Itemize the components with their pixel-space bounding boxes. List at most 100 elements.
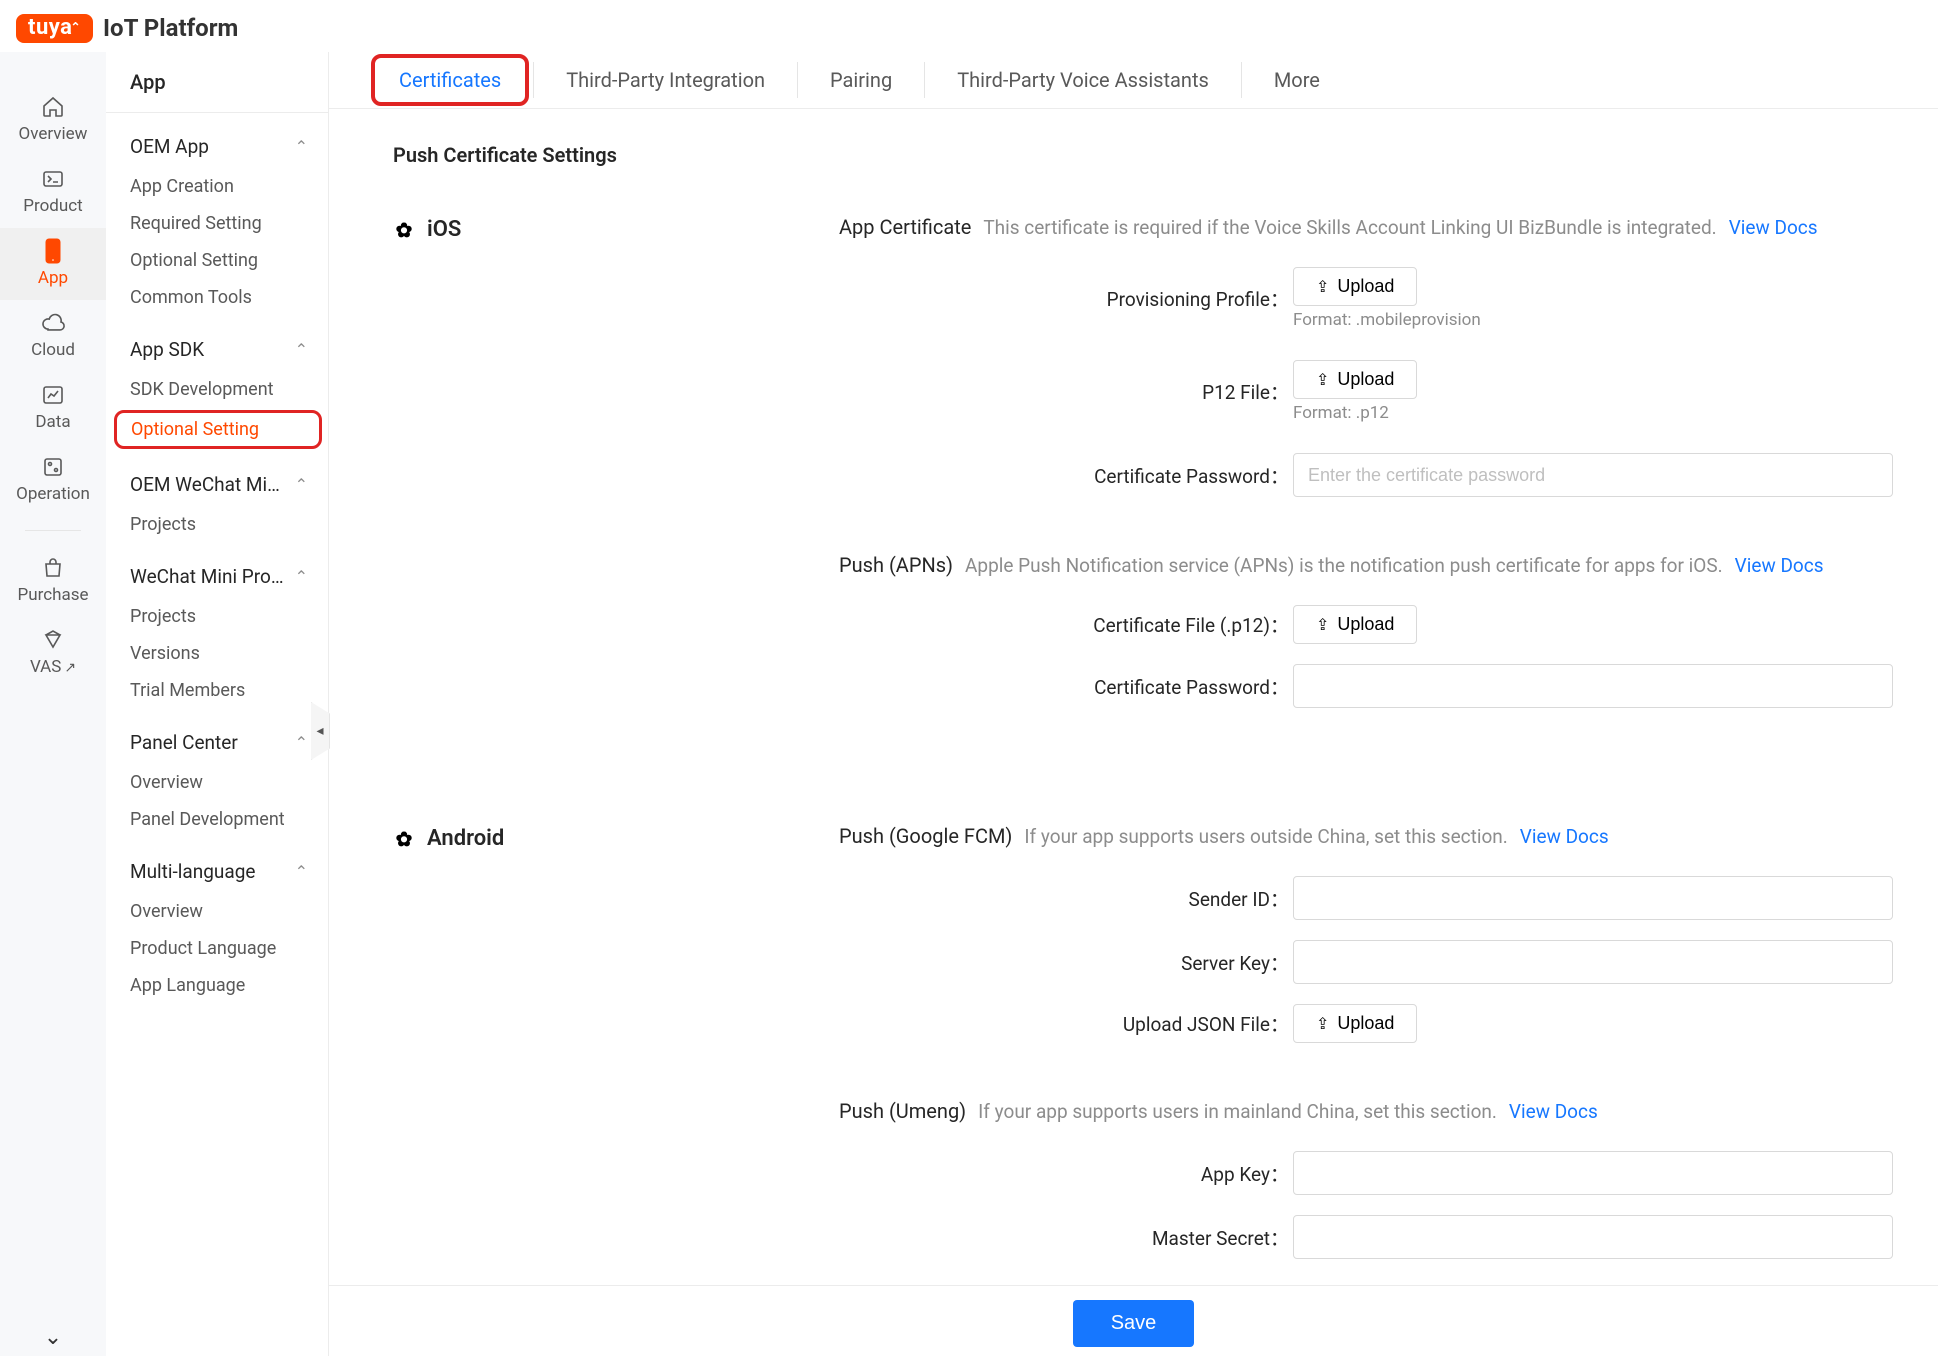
upload-provisioning-profile-button[interactable]: ⇪ Upload (1293, 267, 1417, 306)
input-server-key[interactable] (1293, 940, 1893, 984)
sidebar-group-label: WeChat Mini Pro… (130, 565, 284, 588)
input-master-secret[interactable] (1293, 1215, 1893, 1259)
rail-cloud[interactable]: Cloud (0, 300, 106, 372)
tab-third-party-voice-assistants[interactable]: Third-Party Voice Assistants (929, 52, 1237, 108)
bag-icon (40, 555, 66, 581)
chart-icon (40, 382, 66, 408)
sidebar-group-label: OEM WeChat Min… (130, 473, 289, 496)
input-app-key[interactable] (1293, 1151, 1893, 1195)
sidebar-item-common-tools[interactable]: Common Tools (106, 279, 328, 316)
sidebar-group-label: Multi-language (130, 860, 255, 883)
view-docs-link[interactable]: View Docs (1509, 1100, 1598, 1123)
label-app-key: App Key (839, 1160, 1293, 1187)
label-apns-cert-password: Certificate Password (839, 673, 1293, 700)
sidebar-item-projects-oem-wechat[interactable]: Projects (106, 506, 328, 543)
sidebar-item-required-setting[interactable]: Required Setting (106, 205, 328, 242)
upload-label: Upload (1337, 276, 1394, 297)
rail-label: Product (23, 196, 82, 216)
chevron-down-icon: ⌄ (44, 1325, 62, 1350)
sidebar-group-panel-center[interactable]: Panel Center ⌃ (106, 709, 328, 764)
sidebar-group-multi-language[interactable]: Multi-language ⌃ (106, 838, 328, 893)
label-p12-file: P12 File (839, 378, 1293, 405)
upload-apns-cert-button[interactable]: ⇪ Upload (1293, 605, 1417, 644)
gear-icon: ✿ (393, 219, 415, 241)
rail-overview[interactable]: Overview (0, 84, 106, 156)
rail-operation[interactable]: Operation (0, 444, 106, 516)
upload-icon: ⇪ (1316, 615, 1329, 635)
subsection-desc: If your app supports users outside China… (1024, 825, 1507, 848)
platform-android: ✿ Android Push (Google FCM) If your app … (393, 824, 1904, 1315)
chevron-up-icon: ⌃ (295, 733, 308, 752)
rail-purchase[interactable]: Purchase (0, 545, 106, 617)
rail-label: Data (35, 412, 70, 432)
sidebar-item-panel-overview[interactable]: Overview (106, 764, 328, 801)
sidebar-item-optional-setting-sdk[interactable]: Optional Setting (114, 410, 322, 449)
operation-icon (40, 454, 66, 480)
view-docs-link[interactable]: View Docs (1520, 825, 1609, 848)
terminal-icon (40, 166, 66, 192)
tab-separator (924, 62, 925, 98)
platform-name: Android (427, 826, 504, 851)
input-sender-id[interactable] (1293, 876, 1893, 920)
section-title: Push Certificate Settings (393, 143, 1904, 167)
icon-rail: Overview Product App Cloud Data (0, 52, 106, 1356)
rail-app[interactable]: App (0, 228, 106, 300)
external-link-icon: ↗ (64, 660, 76, 676)
view-docs-link[interactable]: View Docs (1729, 216, 1818, 239)
sidebar-item-versions[interactable]: Versions (106, 635, 328, 672)
subsection-desc: Apple Push Notification service (APNs) i… (965, 554, 1723, 577)
chevron-up-icon: ⌃ (295, 340, 308, 359)
sidebar-item-projects-wechat[interactable]: Projects (106, 598, 328, 635)
sidebar-group-app-sdk[interactable]: App SDK ⌃ (106, 316, 328, 371)
sidebar-item-app-creation[interactable]: App Creation (106, 168, 328, 205)
rail-label: VAS↗ (30, 657, 76, 677)
upload-label: Upload (1337, 1013, 1394, 1034)
sidebar-group-wechat-mini-pro[interactable]: WeChat Mini Pro… ⌃ (106, 543, 328, 598)
platform-ios-label: ✿ iOS (393, 215, 839, 242)
rail-label: App (38, 268, 68, 288)
subsection-title: Push (APNs) (839, 553, 953, 577)
upload-json-button[interactable]: ⇪ Upload (1293, 1004, 1417, 1043)
tab-third-party-integration[interactable]: Third-Party Integration (538, 52, 793, 108)
sidebar-item-product-language[interactable]: Product Language (106, 930, 328, 967)
label-sender-id: Sender ID (839, 885, 1293, 912)
sidebar-group-oem-wechat-mini[interactable]: OEM WeChat Min… ⌃ (106, 451, 328, 506)
subsection-apns: Push (APNs) Apple Push Notification serv… (839, 553, 1904, 708)
tab-more[interactable]: More (1246, 52, 1348, 108)
rail-product[interactable]: Product (0, 156, 106, 228)
hint-p12-file: Format: .p12 (1293, 403, 1417, 423)
phone-icon (40, 238, 66, 264)
footer: Save (329, 1285, 1938, 1356)
platform-name: iOS (427, 217, 461, 242)
rail-vas[interactable]: VAS↗ (0, 617, 106, 689)
view-docs-link[interactable]: View Docs (1735, 554, 1824, 577)
tab-certificates[interactable]: Certificates (371, 54, 529, 106)
upload-icon: ⇪ (1316, 277, 1329, 297)
gear-icon: ✿ (393, 828, 415, 850)
sidebar-item-app-language[interactable]: App Language (106, 967, 328, 1004)
brand-logo: tuya⌃ (16, 14, 93, 43)
tab-separator (1241, 62, 1242, 98)
sidebar-group-label: OEM App (130, 135, 209, 158)
input-certificate-password[interactable] (1293, 453, 1893, 497)
sidebar-item-sdk-development[interactable]: SDK Development (106, 371, 328, 408)
tab-separator (533, 62, 534, 98)
sidebar-item-optional-setting-oem[interactable]: Optional Setting (106, 242, 328, 279)
sidebar-item-panel-development[interactable]: Panel Development (106, 801, 328, 838)
brand-title: IoT Platform (103, 14, 238, 42)
save-button[interactable]: Save (1073, 1300, 1195, 1347)
sidebar: App OEM App ⌃ App Creation Required Sett… (106, 52, 329, 1356)
content: Push Certificate Settings ✿ iOS App Cert… (329, 109, 1938, 1356)
input-apns-cert-password[interactable] (1293, 664, 1893, 708)
rail-data[interactable]: Data (0, 372, 106, 444)
tab-pairing[interactable]: Pairing (802, 52, 920, 108)
home-icon (40, 94, 66, 120)
sidebar-item-trial-members[interactable]: Trial Members (106, 672, 328, 709)
upload-p12-button[interactable]: ⇪ Upload (1293, 360, 1417, 399)
sidebar-group-oem-app[interactable]: OEM App ⌃ (106, 113, 328, 168)
label-provisioning-profile: Provisioning Profile (839, 285, 1293, 312)
subsection-app-certificate: App Certificate This certificate is requ… (839, 215, 1904, 497)
subsection-desc: This certificate is required if the Voic… (983, 216, 1716, 239)
rail-collapse[interactable]: ⌄ (0, 1325, 106, 1356)
sidebar-item-ml-overview[interactable]: Overview (106, 893, 328, 930)
